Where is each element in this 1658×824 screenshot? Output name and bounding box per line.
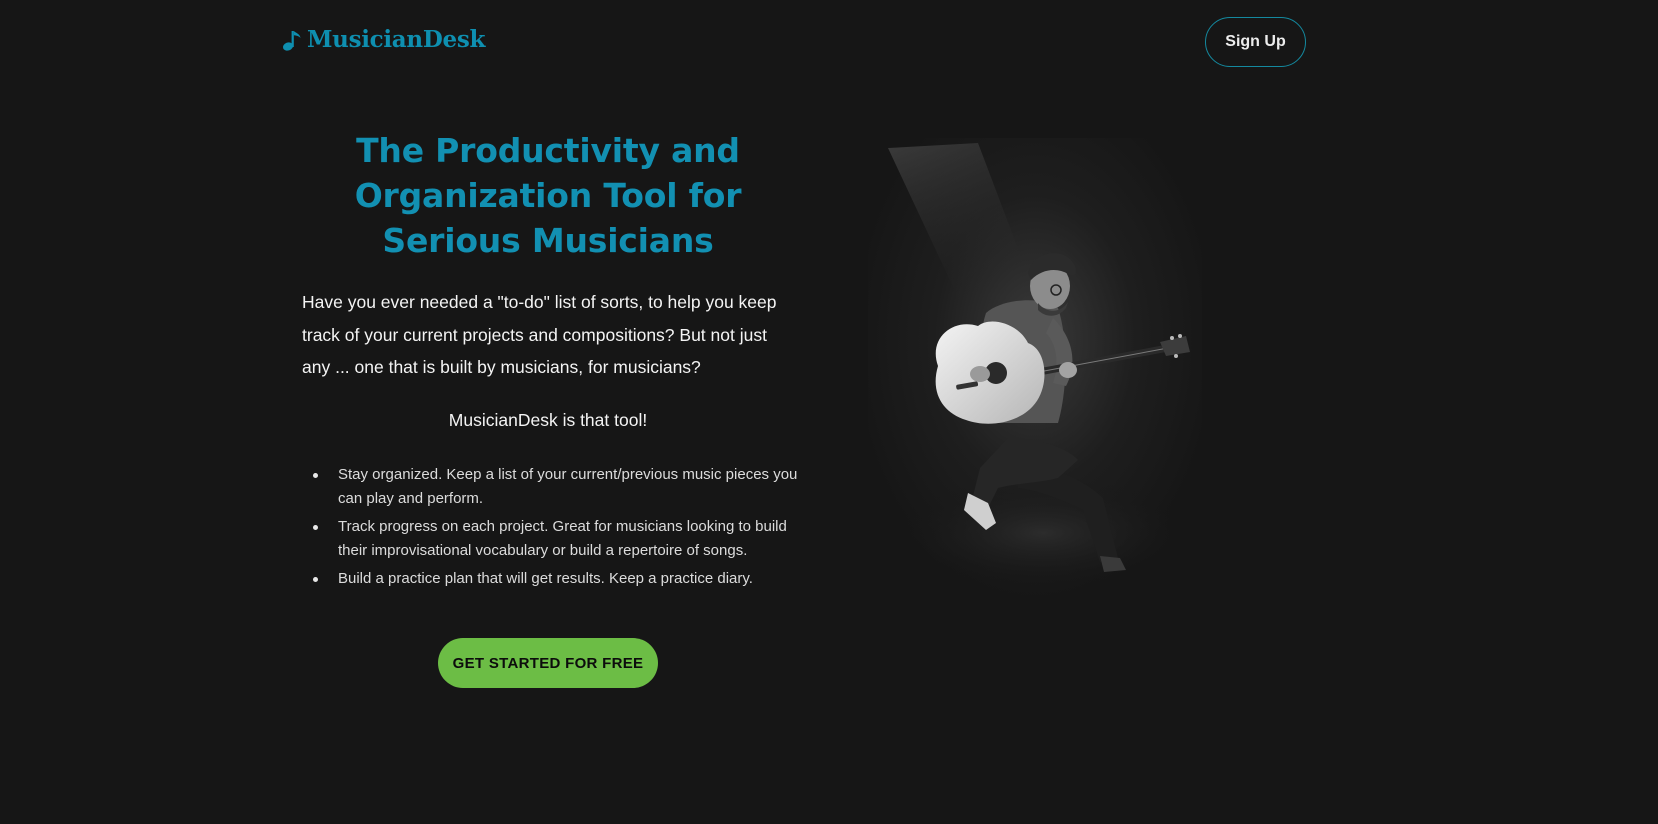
hero-title-line: The Productivity and — [356, 131, 740, 170]
logo-text: MusicianDesk — [307, 26, 486, 53]
guitarist-photo — [868, 138, 1202, 618]
feature-item: Stay organized. Keep a list of your curr… — [313, 463, 800, 511]
get-started-button[interactable]: GET STARTED FOR FREE — [438, 638, 658, 688]
hero-title-line: Organization Tool for — [354, 176, 742, 215]
hero-tagline: MusicianDesk is that tool! — [448, 410, 648, 430]
hero-intro: Have you ever needed a "to-do" list of s… — [302, 292, 777, 377]
logo[interactable]: MusicianDesk — [281, 26, 485, 53]
feature-list: Stay organized. Keep a list of your curr… — [313, 463, 800, 595]
hero-title-line: Serious Musicians — [382, 221, 714, 260]
signup-button[interactable]: Sign Up — [1205, 17, 1306, 67]
feature-item: Build a practice plan that will get resu… — [313, 567, 800, 591]
feature-item: Track progress on each project. Great fo… — [313, 515, 800, 563]
hero-title: The Productivity and Organization Tool f… — [302, 128, 794, 263]
music-note-icon — [282, 30, 301, 51]
landing-page: MusicianDesk Sign Up The Productivity an… — [0, 0, 1658, 824]
